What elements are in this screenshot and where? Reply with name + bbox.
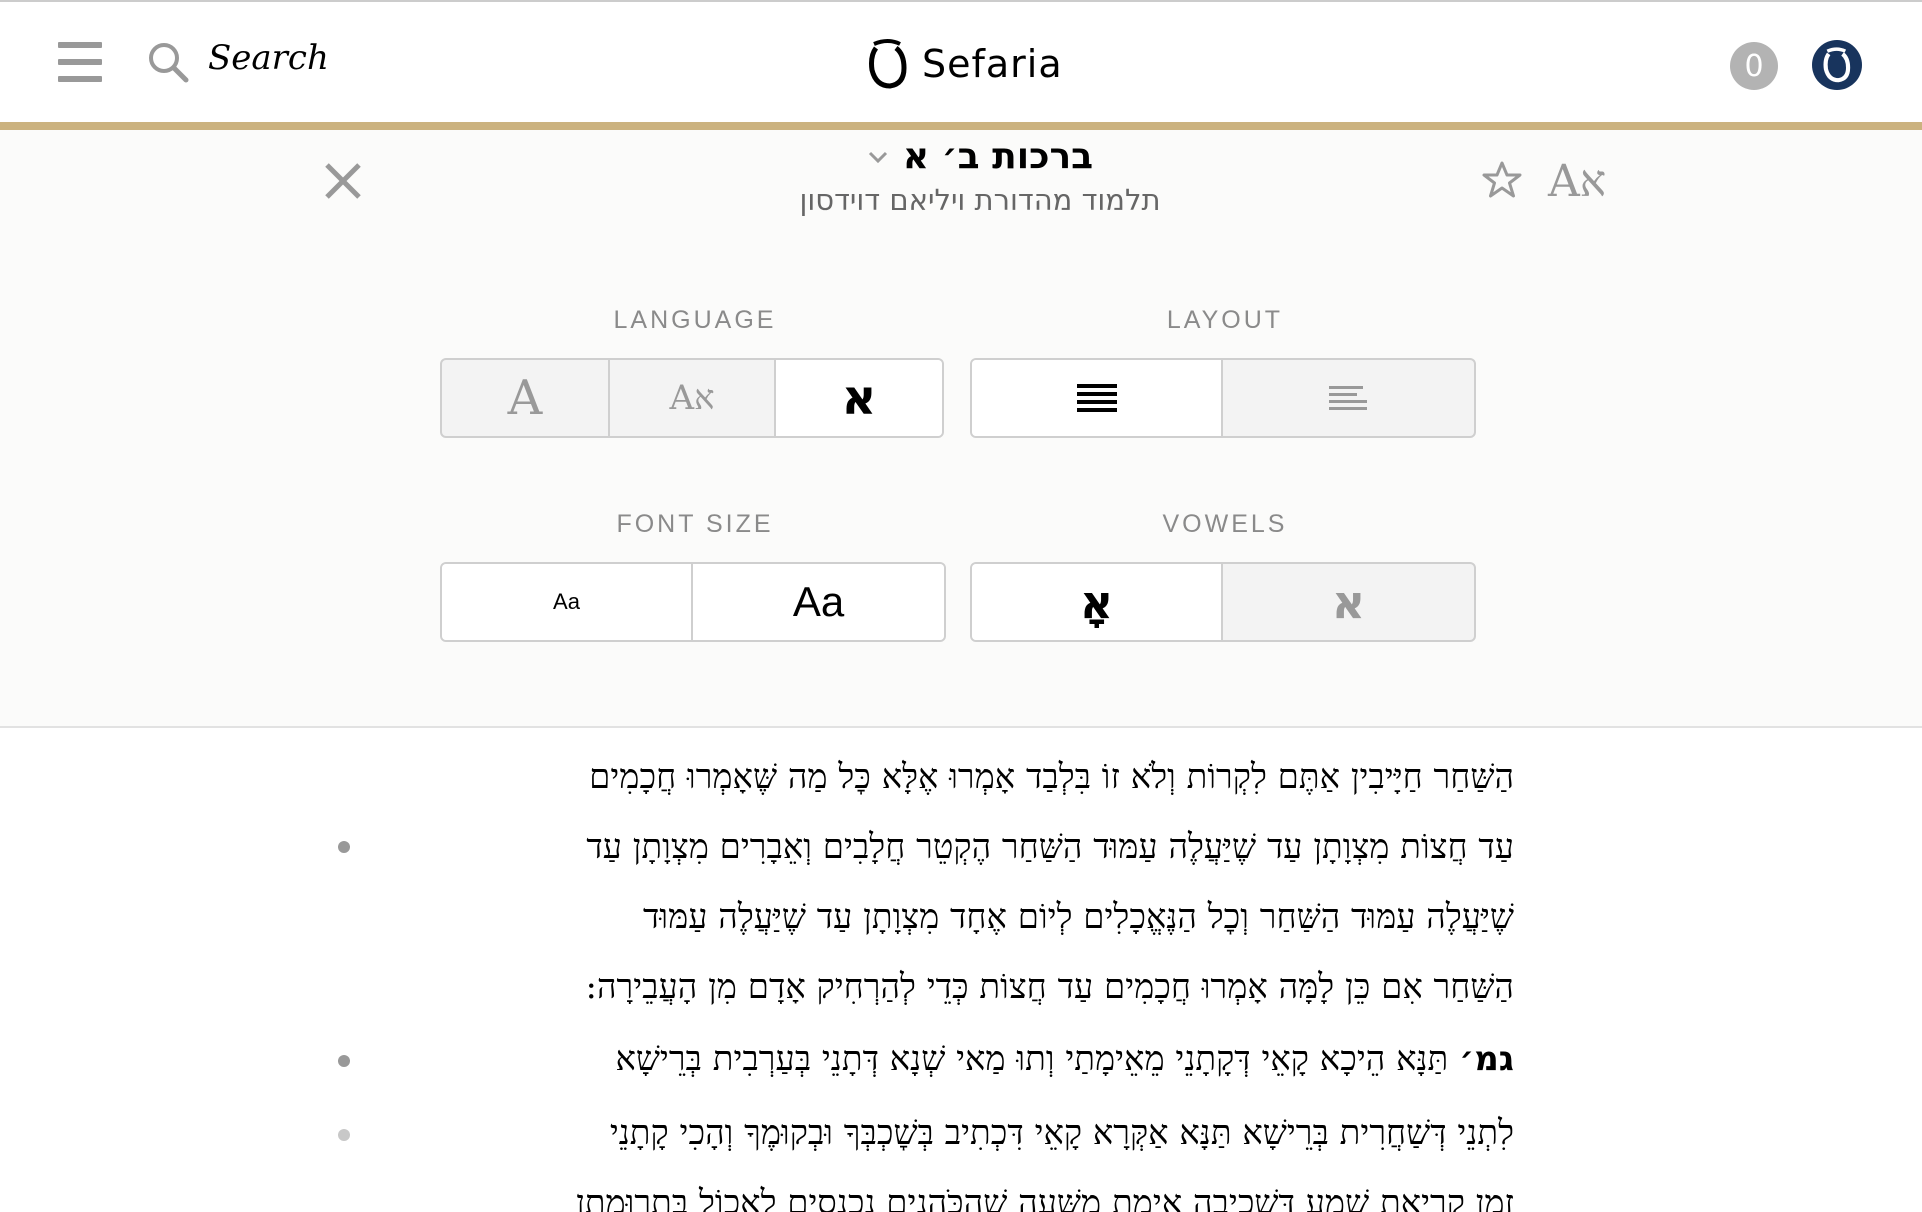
segment-marker-icon (338, 841, 350, 853)
text-title-block: ברכות ב׳ א תלמוד מהדורת ויליאם דוידסון (700, 136, 1260, 217)
text-title-dropdown[interactable]: ברכות ב׳ א (867, 136, 1093, 177)
vowels-off-button[interactable]: א (1223, 564, 1474, 640)
reader-settings-panel: ברכות ב׳ א תלמוד מהדורת ויליאם דוידסון A… (0, 130, 1922, 728)
text-line-body: תַּנָּא הֵיכָא קָאֵי דְּקָתָנֵי מֵאֵימָת… (615, 1039, 1449, 1079)
font-size-toggle-group: Aa Aa (440, 562, 946, 642)
text-line-content: גמ׳ תַּנָּא הֵיכָא קָאֵי דְּקָתָנֵי מֵאֵ… (410, 1024, 1514, 1094)
chevron-down-icon (868, 151, 887, 163)
segment-marker-icon (338, 1129, 350, 1141)
text-line-content: זְמַן קְרִיאַת שְׁמַע דִּשְׁכִיבָה אֵימַ… (576, 1183, 1514, 1212)
hamburger-menu-icon[interactable] (58, 42, 102, 82)
logo-mark-icon (869, 39, 907, 89)
reader-text-area: הַשַּׁחַר חַיָּיבִין אַתֶּם לִקְרוֹת וְל… (0, 728, 1922, 1212)
segment-marker-icon (338, 1055, 350, 1067)
text-line-content: הַשַּׁחַר חַיָּיבִין אַתֶּם לִקְרוֹת וְל… (589, 757, 1514, 797)
text-subtitle: תלמוד מהדורת ויליאם דוידסון (799, 183, 1161, 217)
layout-continuous-button[interactable] (972, 360, 1224, 436)
text-title: ברכות ב׳ א (902, 136, 1094, 177)
language-bilingual-button[interactable]: Aא (610, 360, 776, 436)
layout-label: LAYOUT (1166, 306, 1284, 334)
text-line-content: הַשַּׁחַר אִם כֵּן לָמָּה אָמְרוּ חֲכָמִ… (585, 967, 1515, 1007)
gmara-marker: גמ׳ (1459, 1039, 1514, 1079)
vowels-toggle-group: אָ א (970, 562, 1476, 642)
vowels-label: VOWELS (1162, 510, 1288, 538)
text-line-content: שֶׁיַּעֲלֶה עַמּוּד הַשַּׁחַר וְכׇל הַנֶ… (643, 897, 1514, 937)
layout-segmented-icon (1328, 386, 1367, 410)
layout-continuous-icon (1076, 384, 1117, 412)
language-toggle-icon[interactable]: Aא (1548, 156, 1606, 207)
vowels-on-button[interactable]: אָ (972, 564, 1224, 640)
text-line-content: עַד חֲצוֹת מִצְוָתָן עַד שֶׁיַּעֲלֶה עַמ… (586, 827, 1514, 867)
notifications-badge[interactable]: 0 (1730, 42, 1778, 90)
user-avatar[interactable] (1812, 40, 1862, 90)
language-label: LANGUAGE (613, 306, 777, 334)
language-toggle-group: A Aא א (440, 358, 944, 438)
language-english-button[interactable]: A (442, 360, 610, 436)
sefaria-logo[interactable]: Sefaria (868, 36, 1063, 92)
layout-segmented-button[interactable] (1223, 360, 1474, 436)
site-header: Search Sefaria 0 (0, 2, 1922, 122)
font-size-decrease-button[interactable]: Aa (442, 564, 694, 640)
font-size-label: FONT SIZE (616, 510, 774, 538)
search-icon[interactable] (146, 40, 190, 84)
logo-text: Sefaria (922, 42, 1063, 86)
layout-toggle-group (970, 358, 1476, 438)
text-line-content: לִתְנֵי דְּשַׁחֲרִית בְּרֵישָׁא תַּנָּא … (609, 1113, 1514, 1153)
language-hebrew-button[interactable]: א (776, 360, 942, 436)
search-input[interactable]: Search (208, 38, 329, 78)
close-icon[interactable] (322, 160, 364, 202)
avatar-logo-icon (1823, 47, 1851, 83)
bookmark-star-icon[interactable] (1482, 160, 1522, 200)
header-accent-bar (0, 122, 1922, 130)
font-size-increase-button[interactable]: Aa (693, 564, 944, 640)
